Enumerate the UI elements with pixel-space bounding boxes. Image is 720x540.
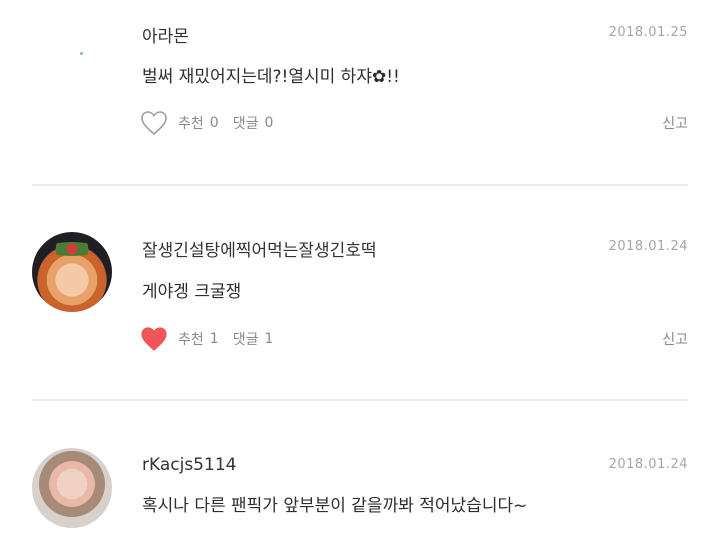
report-button[interactable]: 신고 <box>662 329 688 349</box>
comment-author[interactable]: 잘생긴설탕에찍어먹는잘생긴호떡 <box>142 236 377 261</box>
reply-count: 0 <box>264 115 274 131</box>
like-count: 0 <box>209 115 219 131</box>
comment-author[interactable]: 아라몬 <box>142 22 189 47</box>
report-button[interactable]: 신고 <box>662 113 688 133</box>
comment-item: rKacjs5114 2018.01.24 혹시나 다른 팬픽가 앞부분이 같을… <box>0 401 720 540</box>
reply-count: 1 <box>264 331 274 347</box>
comment-text: 혹시나 다른 팬픽가 앞부분이 같을까봐 적어났습니다~ <box>142 496 528 516</box>
avatar[interactable] <box>32 448 112 528</box>
comment-date: 2018.01.24 <box>608 457 688 472</box>
like-label[interactable]: 추천 <box>178 329 204 349</box>
heart-outline-icon[interactable] <box>140 110 168 136</box>
avatar-placeholder-dot <box>80 52 83 55</box>
reply-label[interactable]: 댓글 <box>233 113 259 133</box>
comment-actions: 추천 1 댓글 1 <box>140 326 287 352</box>
heart-filled-icon[interactable] <box>140 326 168 352</box>
comment-actions: 추천 0 댓글 0 <box>140 110 287 136</box>
avatar[interactable] <box>32 232 112 312</box>
like-count: 1 <box>209 331 219 347</box>
avatar[interactable] <box>32 30 112 110</box>
comment-text: 벌써 재밌어지는데?!열시미 하쟈✿!! <box>142 67 400 87</box>
avatar-flower-crown <box>46 242 98 256</box>
reply-label[interactable]: 댓글 <box>233 329 259 349</box>
comment-item: 잘생긴설탕에찍어먹는잘생긴호떡 2018.01.24 게야겡 크굴쟁 추천 1 … <box>0 186 720 400</box>
comment-date: 2018.01.24 <box>608 239 688 254</box>
like-label[interactable]: 추천 <box>178 113 204 133</box>
comment-date: 2018.01.25 <box>608 25 688 40</box>
comment-item: 아라몬 2018.01.25 벌써 재밌어지는데?!열시미 하쟈✿!! 추천 0… <box>0 0 720 185</box>
comment-text: 게야겡 크굴쟁 <box>142 282 242 302</box>
comment-author[interactable]: rKacjs5114 <box>142 455 236 475</box>
